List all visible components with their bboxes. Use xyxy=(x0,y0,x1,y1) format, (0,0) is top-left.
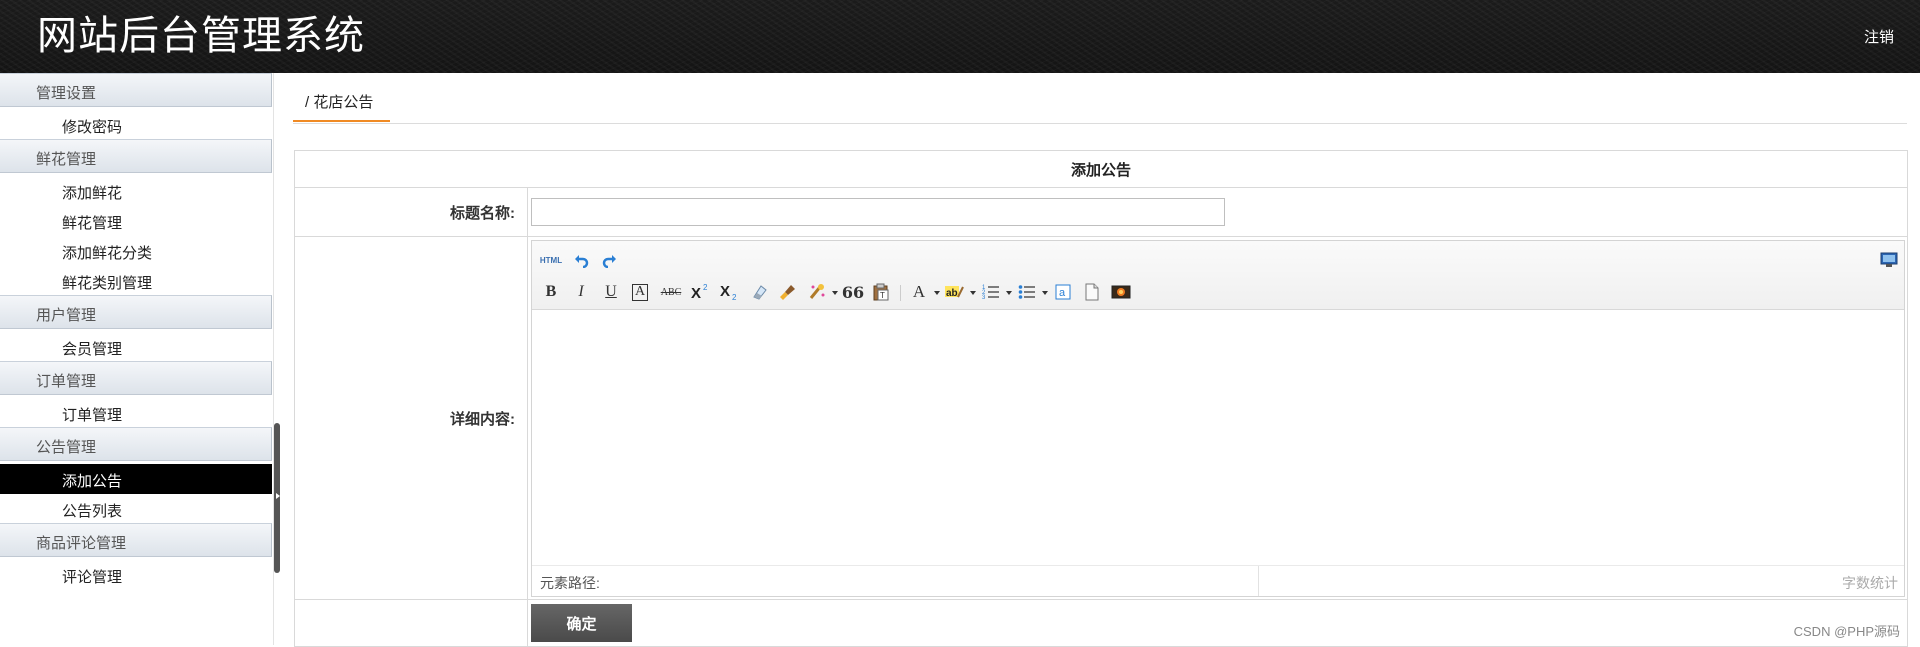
strikethrough-icon[interactable]: ABC xyxy=(658,281,684,303)
title-label: 标题名称: xyxy=(294,187,528,237)
image-icon[interactable] xyxy=(1110,281,1132,303)
svg-text:ab: ab xyxy=(946,288,958,299)
undo-icon[interactable] xyxy=(570,249,592,271)
forecolor-icon[interactable]: A xyxy=(908,281,930,303)
backcolor-icon[interactable]: ab xyxy=(944,281,966,303)
sidebar: 管理设置 修改密码 鲜花管理 添加鲜花 鲜花管理 添加鲜花分类 鲜花类别管理 用… xyxy=(0,73,274,645)
svg-text:2: 2 xyxy=(703,283,708,292)
sidebar-item-members[interactable]: 会员管理 xyxy=(0,333,272,361)
submit-cell: 确定 xyxy=(527,599,1908,647)
underline-icon[interactable]: U xyxy=(600,281,622,303)
blockquote-icon[interactable]: 66 xyxy=(842,281,864,303)
sidebar-group-label: 用户管理 xyxy=(36,307,97,324)
sidebar-group-label: 商品评论管理 xyxy=(36,535,127,552)
sidebar-item-flower-manage[interactable]: 鲜花管理 xyxy=(0,207,272,235)
sidebar-group-notices[interactable]: 公告管理 xyxy=(0,427,272,461)
element-path-label: 元素路径: xyxy=(540,575,600,591)
sidebar-group-settings[interactable]: 管理设置 xyxy=(0,73,272,107)
sidebar-group-label: 订单管理 xyxy=(36,373,97,390)
breadcrumb-tab[interactable]: / 花店公告 xyxy=(293,85,390,122)
toolbar-separator xyxy=(900,285,901,301)
sidebar-item-label: 修改密码 xyxy=(62,119,123,136)
sidebar-item-label: 评论管理 xyxy=(62,569,123,586)
sidebar-collapse-arrow-icon[interactable] xyxy=(276,493,280,499)
fontborder-glyph: A xyxy=(632,283,648,301)
logout-link[interactable]: 注销 xyxy=(1864,26,1894,47)
sidebar-item-flower-category-manage[interactable]: 鲜花类别管理 xyxy=(0,267,272,295)
orderedlist-dropdown-icon[interactable] xyxy=(1006,291,1012,295)
sidebar-item-label: 鲜花类别管理 xyxy=(62,275,153,292)
top-header: 网站后台管理系统 注销 xyxy=(0,0,1920,73)
svg-text:X: X xyxy=(691,285,701,301)
title-input-cell xyxy=(527,187,1908,237)
sidebar-group-reviews[interactable]: 商品评论管理 xyxy=(0,523,272,557)
template-icon[interactable] xyxy=(1081,281,1103,303)
svg-text:2: 2 xyxy=(732,293,737,301)
insertorderedlist-icon[interactable]: 123 xyxy=(980,281,1002,303)
sidebar-group-label: 公告管理 xyxy=(36,439,97,456)
submit-label-cell xyxy=(294,599,528,647)
autotypeset-icon[interactable] xyxy=(806,281,828,303)
svg-text:a: a xyxy=(1059,287,1066,299)
app-title: 网站后台管理系统 xyxy=(37,13,365,59)
redo-icon[interactable] xyxy=(599,249,621,271)
notice-form-table: 添加公告 标题名称: 详细内容: HTML B I U A ABC X 2 X … xyxy=(294,150,1908,647)
svg-text:T: T xyxy=(880,291,885,300)
sidebar-item-label: 会员管理 xyxy=(62,341,123,358)
autotypeset-dropdown-icon[interactable] xyxy=(832,291,838,295)
sidebar-item-label: 添加鲜花分类 xyxy=(62,245,153,262)
unorderedlist-dropdown-icon[interactable] xyxy=(1042,291,1048,295)
word-count-label: 字数统计 xyxy=(1842,575,1898,591)
sidebar-item-notice-list[interactable]: 公告列表 xyxy=(0,495,272,523)
sidebar-item-label: 添加公告 xyxy=(62,473,123,490)
sidebar-item-add-flower[interactable]: 添加鲜花 xyxy=(0,177,272,205)
title-input[interactable] xyxy=(531,198,1225,226)
removeformat-icon[interactable] xyxy=(748,281,770,303)
pasteplain-icon[interactable]: T xyxy=(870,281,892,303)
sidebar-item-add-flower-category[interactable]: 添加鲜花分类 xyxy=(0,237,272,265)
sidebar-item-order-manage[interactable]: 订单管理 xyxy=(0,399,272,427)
italic-icon[interactable]: I xyxy=(570,281,592,303)
subscript-icon[interactable]: X2 xyxy=(718,281,740,303)
fullscreen-icon[interactable] xyxy=(1878,249,1900,271)
editor-statusbar: 元素路径: 字数统计 xyxy=(532,565,1904,596)
sidebar-item-label: 添加鲜花 xyxy=(62,185,123,202)
formatmatch-icon[interactable] xyxy=(777,281,799,303)
forecolor-dropdown-icon[interactable] xyxy=(934,291,940,295)
editor-toolbar: HTML B I U A ABC X 2 X 2 66 T A ab 1 2 3… xyxy=(532,241,1904,310)
confirm-button[interactable]: 确定 xyxy=(531,604,632,642)
insertunorderedlist-icon[interactable] xyxy=(1016,281,1038,303)
fontborder-icon[interactable]: A xyxy=(629,281,651,303)
bold-icon[interactable]: B xyxy=(540,281,562,303)
editor-content-area[interactable] xyxy=(532,310,1904,566)
anchor-icon[interactable]: a xyxy=(1052,281,1074,303)
sidebar-item-label: 公告列表 xyxy=(62,503,123,520)
statusbar-divider xyxy=(1258,566,1259,596)
sidebar-group-users[interactable]: 用户管理 xyxy=(0,295,272,329)
sidebar-item-change-password[interactable]: 修改密码 xyxy=(0,111,272,139)
sidebar-group-label: 鲜花管理 xyxy=(36,151,97,168)
html-source-button[interactable]: HTML xyxy=(538,249,564,271)
watermark: CSDN @PHP源码 xyxy=(1793,624,1900,639)
sidebar-item-label: 鲜花管理 xyxy=(62,215,123,232)
form-caption: 添加公告 xyxy=(294,150,1908,188)
superscript-icon[interactable]: X2 xyxy=(689,281,711,303)
svg-text:3: 3 xyxy=(982,295,986,301)
sidebar-group-label: 管理设置 xyxy=(36,85,97,102)
sidebar-item-label: 订单管理 xyxy=(62,407,123,424)
sidebar-item-review-manage[interactable]: 评论管理 xyxy=(0,561,272,589)
sidebar-group-orders[interactable]: 订单管理 xyxy=(0,361,272,395)
breadcrumb-bar: / 花店公告 xyxy=(293,85,1907,124)
sidebar-group-flowers[interactable]: 鲜花管理 xyxy=(0,139,272,173)
content-label: 详细内容: xyxy=(294,236,528,600)
backcolor-dropdown-icon[interactable] xyxy=(970,291,976,295)
sidebar-item-add-notice[interactable]: 添加公告 xyxy=(0,464,272,494)
editor-cell: HTML B I U A ABC X 2 X 2 66 T A ab 1 2 3… xyxy=(527,236,1908,600)
rich-text-editor: HTML B I U A ABC X 2 X 2 66 T A ab 1 2 3… xyxy=(531,240,1905,597)
svg-text:X: X xyxy=(720,283,730,300)
